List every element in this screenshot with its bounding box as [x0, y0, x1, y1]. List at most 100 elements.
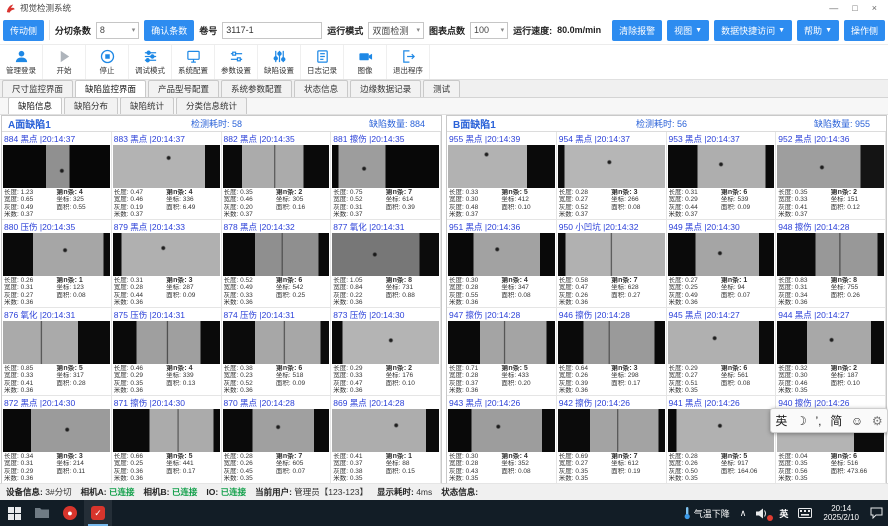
main-tab-5[interactable]: 边缘数据记录: [350, 80, 421, 97]
sub-tab-3[interactable]: 分类信息统计: [176, 97, 247, 114]
action-admin-login-button[interactable]: 管理登录: [0, 45, 43, 79]
volume-icon[interactable]: [751, 500, 774, 526]
close-button[interactable]: ×: [872, 0, 877, 16]
defect-cell[interactable]: 946 擦伤 |20:14:28长度: 0.64宽度: 0.26灰度: 0.39…: [557, 308, 667, 396]
defect-cell[interactable]: 877 氧化 |20:14:31长度: 1.05宽度: 0.84灰度: 0.22…: [331, 220, 441, 308]
defect-cell[interactable]: 947 擦伤 |20:14:28长度: 0.71宽度: 0.28灰度: 0.37…: [447, 308, 557, 396]
drive-side-button[interactable]: 传动侧: [3, 20, 44, 41]
defect-cell[interactable]: 941 黑点 |20:14:26长度: 0.28宽度: 0.26灰度: 0.50…: [667, 396, 777, 484]
defect-cell[interactable]: 881 擦伤 |20:14:35长度: 0.75宽度: 0.52灰度: 0.31…: [331, 132, 441, 220]
meta-strip: 第n条: 4: [166, 365, 218, 373]
defect-cell[interactable]: 955 黑点 |20:14:39长度: 0.33宽度: 0.30灰度: 0.48…: [447, 132, 557, 220]
meta-area: 面积: 0.10: [386, 380, 438, 388]
defect-cell[interactable]: 871 擦伤 |20:14:30长度: 0.66宽度: 0.25灰度: 0.36…: [112, 396, 222, 484]
maximize-button[interactable]: □: [852, 0, 857, 16]
sub-tab-bar: 缺陷信息缺陷分布缺陷统计分类信息统计: [0, 98, 888, 115]
defect-meta-right: 第n条: 5坐标: 433面积: 0.20: [501, 365, 553, 395]
sub-tab-1[interactable]: 缺陷分布: [64, 97, 118, 114]
ime-moon-icon[interactable]: ☽: [796, 415, 807, 427]
meta-length: 长度: 0.47: [114, 189, 166, 197]
defect-cell[interactable]: 952 黑点 |20:14:36长度: 0.35宽度: 0.33灰度: 0.41…: [776, 132, 886, 220]
main-tab-3[interactable]: 系统参数配置: [221, 80, 292, 97]
action-exit-program-button[interactable]: 退出程序: [387, 45, 430, 79]
ime-language-toggle[interactable]: 英: [775, 415, 787, 427]
defect-cell[interactable]: 879 黑点 |20:14:33长度: 0.31宽度: 0.28灰度: 0.44…: [112, 220, 222, 308]
action-image-button[interactable]: 图像: [344, 45, 387, 79]
defect-cell[interactable]: 942 擦伤 |20:14:26长度: 0.69宽度: 0.27灰度: 0.35…: [557, 396, 667, 484]
weather-widget[interactable]: 气温下降: [678, 500, 735, 526]
action-center-icon[interactable]: [865, 500, 888, 526]
defect-cell[interactable]: 948 擦伤 |20:14:28长度: 0.83宽度: 0.31灰度: 0.34…: [776, 220, 886, 308]
ime-keyboard-icon[interactable]: [793, 500, 817, 526]
defect-cell[interactable]: 945 黑点 |20:14:27长度: 0.29宽度: 0.27灰度: 0.51…: [667, 308, 777, 396]
action-start-button[interactable]: 开始: [43, 45, 86, 79]
main-tab-2[interactable]: 产品型号配置: [148, 80, 219, 97]
taskbar-clock[interactable]: 20:14 2025/2/10: [817, 504, 865, 522]
defect-cell[interactable]: 882 黑点 |20:14:35长度: 0.35宽度: 0.46灰度: 0.20…: [222, 132, 332, 220]
defect-cell[interactable]: 884 黑点 |20:14:37长度: 1.23宽度: 0.65灰度: 0.49…: [2, 132, 112, 220]
action-log-record-button[interactable]: 日志记录: [301, 45, 344, 79]
meta-meters: 米数: 0.37: [4, 211, 56, 219]
ime-punctuation[interactable]: ’,: [816, 415, 822, 427]
defect-cell[interactable]: 880 压伤 |20:14:35长度: 0.26宽度: 0.31灰度: 0.27…: [2, 220, 112, 308]
help-menu-button[interactable]: 帮助 ▼: [797, 20, 839, 41]
defect-cell[interactable]: 869 黑点 |20:14:28长度: 0.41宽度: 0.37灰度: 0.38…: [331, 396, 441, 484]
roll-number-input[interactable]: [222, 22, 322, 39]
file-explorer-icon[interactable]: [28, 500, 56, 526]
defect-cell[interactable]: 954 黑点 |20:14:37长度: 0.28宽度: 0.27灰度: 0.52…: [557, 132, 667, 220]
action-debug-mode-button[interactable]: 调试模式: [129, 45, 172, 79]
tray-expand-chevron[interactable]: ∧: [735, 500, 752, 526]
minimize-button[interactable]: —: [829, 0, 838, 16]
action-system-config-button[interactable]: 系统配置: [172, 45, 215, 79]
defect-cell[interactable]: 944 黑点 |20:14:27长度: 0.32宽度: 0.30灰度: 0.46…: [776, 308, 886, 396]
action-defect-settings-button[interactable]: 缺陷设置: [258, 45, 301, 79]
action-stop-button[interactable]: 停止: [86, 45, 129, 79]
defect-cell[interactable]: 950 小凹坑 |20:14:32长度: 0.58宽度: 0.47灰度: 0.2…: [557, 220, 667, 308]
sub-tab-0[interactable]: 缺陷信息: [8, 97, 62, 114]
defect-cell[interactable]: 949 黑点 |20:14:30长度: 0.27宽度: 0.25灰度: 0.49…: [667, 220, 777, 308]
action-parameter-settings-button[interactable]: 参数设置: [215, 45, 258, 79]
input-language-indicator[interactable]: 英: [774, 500, 793, 526]
defect-cell[interactable]: 875 压伤 |20:14:31长度: 0.46宽度: 0.29灰度: 0.35…: [112, 308, 222, 396]
defect-meta-right: 第n条: 4坐标: 325面积: 0.55: [56, 189, 108, 219]
ime-simplified-toggle[interactable]: 简: [830, 415, 842, 427]
ime-emoji-icon[interactable]: ☺: [851, 415, 863, 427]
meta-strip: 第n条: 6: [721, 365, 773, 373]
defect-cell[interactable]: 874 压伤 |20:14:31长度: 0.38宽度: 0.23灰度: 0.52…: [222, 308, 332, 396]
defect-meta-left: 长度: 0.75宽度: 0.52灰度: 0.31米数: 0.37: [333, 189, 385, 219]
defect-cell[interactable]: 883 黑点 |20:14:37长度: 0.47宽度: 0.46灰度: 0.19…: [112, 132, 222, 220]
slit-count-select[interactable]: 8 ▾: [96, 22, 139, 39]
status-bar: 设备信息: 3#分切相机A: 已连接相机B: 已连接IO: 已连接当前用户: 管…: [0, 483, 888, 500]
main-tab-1[interactable]: 缺陷监控界面: [75, 80, 146, 97]
defect-cell[interactable]: 872 黑点 |20:14:30长度: 0.34宽度: 0.31灰度: 0.29…: [2, 396, 112, 484]
taskbar-app-icon[interactable]: ●: [56, 500, 84, 526]
run-mode-select[interactable]: 双面检测 ▾: [368, 22, 424, 39]
defect-cell-header: 951 黑点 |20:14:36: [447, 220, 556, 232]
clear-alarm-button[interactable]: 清除报警: [612, 20, 662, 41]
defect-cell[interactable]: 953 黑点 |20:14:37长度: 0.31宽度: 0.29灰度: 0.44…: [667, 132, 777, 220]
app-logo-icon: [5, 3, 16, 14]
view-menu-button[interactable]: 视图 ▼: [667, 20, 709, 41]
main-tab-6[interactable]: 测试: [423, 80, 460, 97]
defect-cell[interactable]: 876 氧化 |20:14:31长度: 0.85宽度: 0.33灰度: 0.41…: [2, 308, 112, 396]
defect-cell[interactable]: 951 黑点 |20:14:36长度: 0.30宽度: 0.28灰度: 0.55…: [447, 220, 557, 308]
main-tab-4[interactable]: 状态信息: [294, 80, 348, 97]
operator-side-button[interactable]: 操作侧: [844, 20, 885, 41]
defect-cell[interactable]: 873 压伤 |20:14:30长度: 0.29宽度: 0.33灰度: 0.47…: [331, 308, 441, 396]
sub-tab-2[interactable]: 缺陷统计: [120, 97, 174, 114]
data-quick-access-button[interactable]: 数据快捷访问 ▼: [714, 20, 792, 41]
defect-meta: 长度: 0.31宽度: 0.28灰度: 0.44米数: 0.36第n条: 3坐标…: [112, 276, 221, 307]
defect-image: [113, 233, 220, 276]
confirm-count-button[interactable]: 确认条数: [144, 20, 194, 41]
defect-cell[interactable]: 878 黑点 |20:14:32长度: 0.52宽度: 0.49灰度: 0.33…: [222, 220, 332, 308]
defect-cell[interactable]: 943 黑点 |20:14:26长度: 0.30宽度: 0.28灰度: 0.43…: [447, 396, 557, 484]
ime-settings-icon[interactable]: ⚙: [872, 415, 883, 427]
start-button[interactable]: [0, 500, 28, 526]
taskbar-active-app-icon[interactable]: ✓: [84, 500, 112, 526]
defect-cell[interactable]: 870 黑点 |20:14:28长度: 0.28宽度: 0.26灰度: 0.45…: [222, 396, 332, 484]
meta-strip: 第n条: 5: [721, 453, 773, 461]
defect-meta: 长度: 0.83宽度: 0.31灰度: 0.34米数: 0.36第n条: 8坐标…: [776, 276, 885, 307]
main-tab-0[interactable]: 尺寸监控界面: [2, 80, 73, 97]
chart-points-select[interactable]: 100 ▾: [470, 22, 508, 39]
clock-time: 20:14: [823, 504, 859, 513]
